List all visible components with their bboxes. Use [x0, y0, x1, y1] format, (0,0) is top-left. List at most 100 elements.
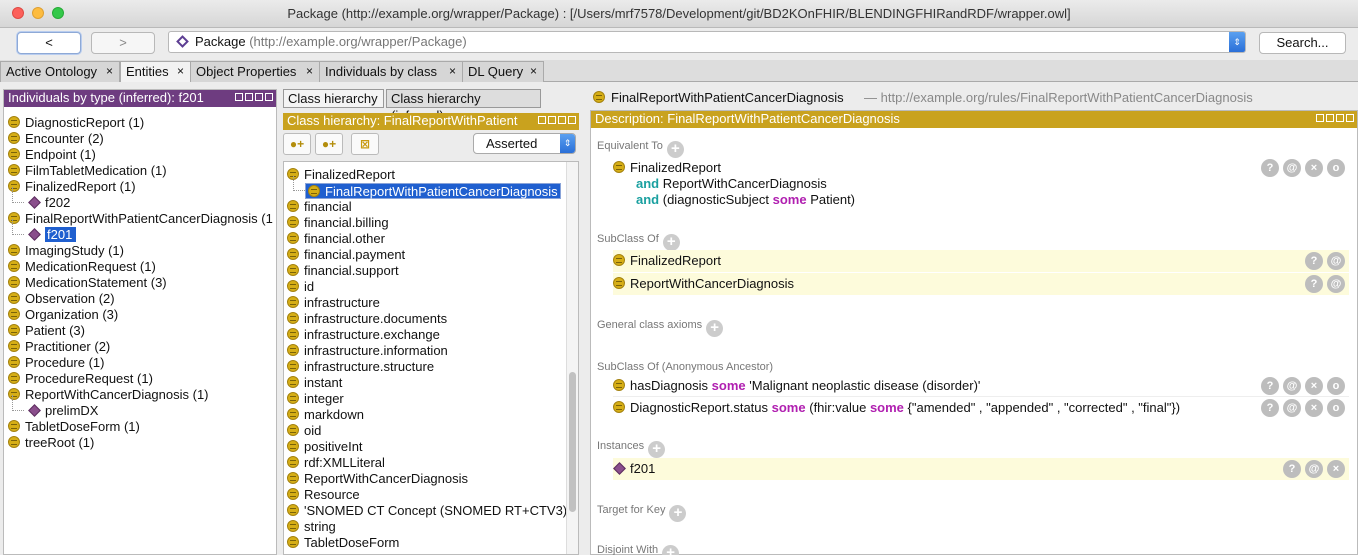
delete-class-icon[interactable]: ⊠ [351, 133, 379, 155]
class-tree-item[interactable]: id [287, 279, 314, 295]
delete-icon[interactable]: × [1327, 460, 1345, 478]
class-tree-item[interactable]: integer [287, 391, 344, 407]
search-button[interactable]: Search... [1259, 32, 1346, 54]
class-tree-item[interactable]: ReportWithCancerDiagnosis [287, 471, 468, 487]
class-tree-item[interactable]: oid [287, 423, 321, 439]
class-tree-item[interactable]: infrastructure.information [287, 343, 448, 359]
class-item[interactable]: treeRoot (1) [8, 435, 94, 451]
class-item[interactable]: MedicationRequest (1) [8, 259, 156, 275]
tab-dl-query[interactable]: DL Query × [462, 61, 544, 82]
class-item[interactable]: Endpoint (1) [8, 147, 96, 163]
close-icon[interactable]: × [449, 62, 456, 81]
class-tree-item[interactable]: financial.billing [287, 215, 389, 231]
delete-icon[interactable]: × [1305, 377, 1323, 395]
class-tree-item[interactable]: positiveInt [287, 439, 363, 455]
class-tree-item[interactable]: TabletDoseForm [287, 535, 399, 551]
class-tree-item[interactable]: infrastructure.exchange [287, 327, 440, 343]
close-icon[interactable]: × [177, 62, 184, 81]
annotate-icon[interactable]: @ [1283, 377, 1301, 395]
help-icon[interactable]: ? [1283, 460, 1301, 478]
class-item[interactable]: TabletDoseForm (1) [8, 419, 140, 435]
individual-item[interactable]: f202 [12, 187, 70, 211]
entity-address-field[interactable]: Package (http://example.org/wrapper/Pack… [168, 31, 1246, 53]
add-icon[interactable]: + [662, 234, 680, 251]
annotate-icon[interactable]: @ [1283, 399, 1301, 417]
ancestor-row[interactable]: DiagnosticReport.status some (fhir:value… [613, 396, 1349, 418]
class-item[interactable]: MedicationStatement (3) [8, 275, 167, 291]
asserted-select[interactable]: Asserted ⇕ [473, 133, 576, 154]
class-tree-item[interactable]: infrastructure [287, 295, 380, 311]
class-item[interactable]: ImagingStudy (1) [8, 243, 124, 259]
superclass-row[interactable]: FinalizedReport ? @ [613, 250, 1349, 272]
help-icon[interactable]: ? [1261, 399, 1279, 417]
item-label: Observation (2) [25, 291, 115, 306]
class-tree-item[interactable]: financial.other [287, 231, 385, 247]
class-tree-scrollbar[interactable] [566, 162, 578, 554]
help-icon[interactable]: ? [1261, 377, 1279, 395]
class-item[interactable]: Practitioner (2) [8, 339, 110, 355]
annotate-icon[interactable]: @ [1305, 460, 1323, 478]
add-sibling-icon[interactable]: ●+ [315, 133, 343, 155]
add-icon[interactable]: + [648, 441, 666, 458]
edit-icon[interactable]: o [1327, 399, 1345, 417]
class-tree-item[interactable]: financial.support [287, 263, 399, 279]
class-item[interactable]: Encounter (2) [8, 131, 104, 147]
class-tree-item[interactable]: infrastructure.documents [287, 311, 447, 327]
add-icon[interactable]: + [666, 141, 684, 158]
individual-icon [28, 228, 41, 241]
class-tree-item[interactable]: financial.payment [287, 247, 405, 263]
tab-object-properties[interactable]: Object Properties × [190, 61, 320, 82]
class-item[interactable]: Organization (3) [8, 307, 118, 323]
scrollbar-thumb[interactable] [569, 372, 576, 512]
class-tree-item[interactable]: FinalReportWithPatientCancerDiagnosis [293, 176, 561, 199]
class-item[interactable]: ProcedureRequest (1) [8, 371, 153, 387]
superclass-row[interactable]: ReportWithCancerDiagnosis ? @ [613, 273, 1349, 295]
class-tree-item[interactable]: string [287, 519, 336, 535]
class-tree-item[interactable]: instant [287, 375, 342, 391]
add-icon[interactable]: + [662, 545, 680, 555]
tab-class-hierarchy-inferred[interactable]: Class hierarchy (inferred) [386, 89, 541, 123]
individual-item[interactable]: f201 [12, 219, 77, 243]
forward-button[interactable]: > [91, 32, 155, 54]
tab-entities[interactable]: Entities × [120, 61, 191, 82]
annotate-icon[interactable]: @ [1327, 275, 1345, 293]
class-item[interactable]: Patient (3) [8, 323, 85, 339]
class-tree-item[interactable]: Resource [287, 487, 360, 503]
add-icon[interactable]: + [706, 320, 724, 337]
class-item[interactable]: FilmTabletMedication (1) [8, 163, 167, 179]
tab-active-ontology[interactable]: Active Ontology × [0, 61, 120, 82]
close-icon[interactable]: × [106, 62, 113, 81]
class-tree-item[interactable]: rdf:XMLLiteral [287, 455, 385, 471]
class-item[interactable]: Procedure (1) [8, 355, 104, 371]
tab-individuals-by-class[interactable]: Individuals by class × [319, 61, 463, 82]
class-item[interactable]: ReportWithCancerDiagnosis (1) [8, 387, 209, 403]
close-icon[interactable]: × [530, 62, 537, 81]
help-icon[interactable]: ? [1305, 275, 1323, 293]
class-tree-item[interactable]: infrastructure.structure [287, 359, 434, 375]
edit-icon[interactable]: o [1327, 377, 1345, 395]
back-button[interactable]: < [17, 32, 81, 54]
class-item[interactable]: DiagnosticReport (1) [8, 115, 144, 131]
tab-class-hierarchy[interactable]: Class hierarchy [283, 89, 384, 108]
class-tree-item[interactable]: 'SNOMED CT Concept (SNOMED RT+CTV3)' [287, 503, 570, 519]
class-item[interactable]: Observation (2) [8, 291, 115, 307]
individual-item[interactable]: prelimDX [12, 395, 98, 419]
class-icon [287, 376, 299, 388]
class-tree-item[interactable]: markdown [287, 407, 364, 423]
instance-row[interactable]: f201 ? @ × [613, 458, 1349, 480]
add-icon[interactable]: + [669, 505, 687, 522]
help-icon[interactable]: ? [1305, 252, 1323, 270]
address-dropdown-icon[interactable]: ⇕ [1229, 32, 1245, 52]
class-item[interactable]: FinalizedReport (1) [8, 179, 136, 195]
panel-window-buttons[interactable] [235, 93, 273, 104]
panel-window-buttons[interactable] [538, 116, 576, 127]
delete-icon[interactable]: × [1305, 399, 1323, 417]
class-icon [8, 420, 20, 432]
class-item[interactable]: FinalReportWithPatientCancerDiagnosis (1 [8, 211, 273, 227]
add-subclass-icon[interactable]: ●+ [283, 133, 311, 155]
class-tree-item[interactable]: financial [287, 199, 352, 215]
ancestor-row[interactable]: hasDiagnosis some 'Malignant neoplastic … [613, 375, 1349, 397]
close-icon[interactable]: × [306, 62, 313, 81]
annotate-icon[interactable]: @ [1327, 252, 1345, 270]
panel-window-buttons[interactable] [1316, 114, 1354, 125]
